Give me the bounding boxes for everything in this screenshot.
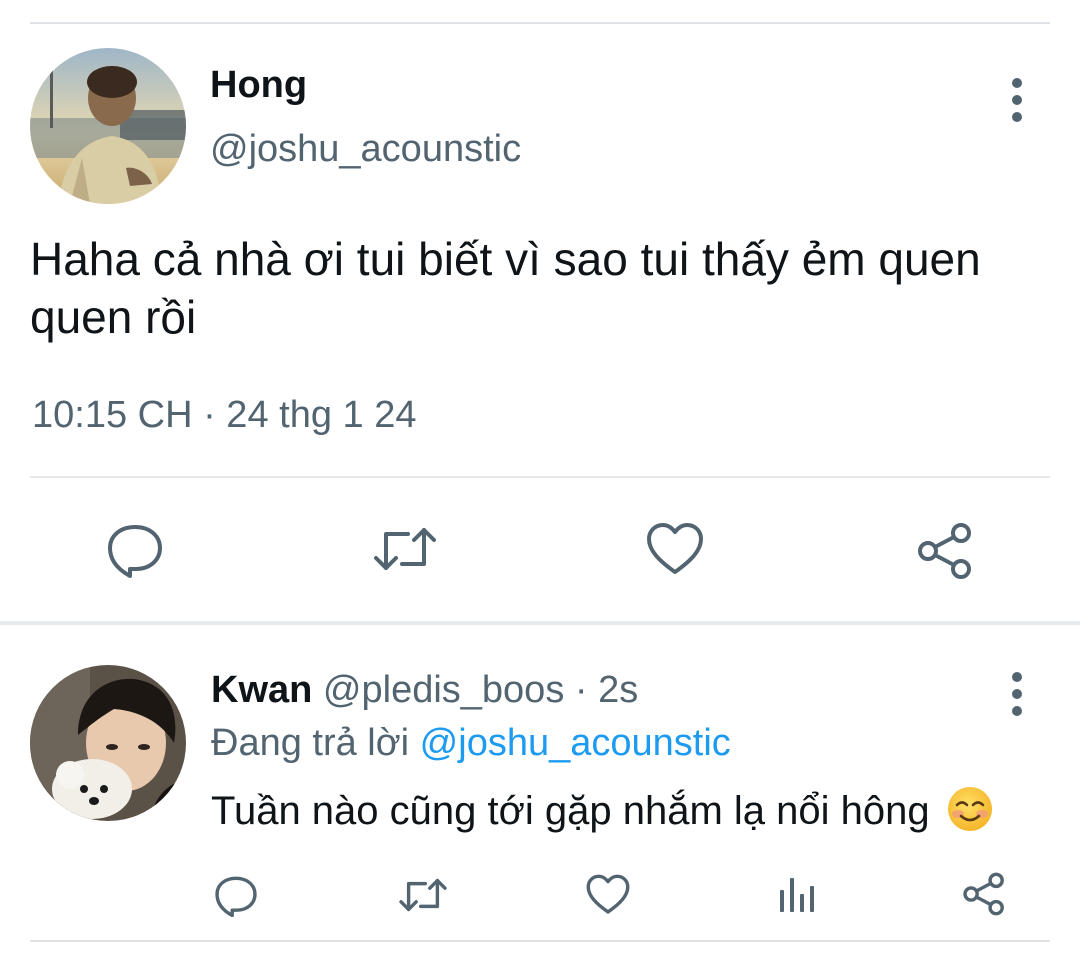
reply-icon[interactable] <box>214 873 258 917</box>
retweet-icon[interactable] <box>398 876 448 914</box>
share-icon[interactable] <box>916 522 974 580</box>
kebab-dot <box>1012 672 1022 682</box>
user-photo-avatar-image <box>30 665 186 821</box>
kebab-dot <box>1012 78 1022 88</box>
like-icon[interactable] <box>646 522 704 576</box>
tweet-timestamp[interactable]: 10:15 CH · 24 thg 1 24 <box>32 394 416 437</box>
reply-header: Kwan @pledis_boos · 2s <box>211 669 638 712</box>
reply-text-line: Tuần nào cũng tới gặp nhắm lạ nổi hông <box>211 786 993 842</box>
reply-author-name[interactable]: Kwan <box>211 669 312 711</box>
kebab-dot <box>1012 112 1022 122</box>
section-separator <box>0 621 1080 625</box>
reply-text: Tuần nào cũng tới gặp nhắm lạ nổi hông <box>211 789 930 833</box>
main-tweet: Hong @joshu_acounstic Haha cả nhà ơi tui… <box>0 24 1080 622</box>
action-divider <box>30 476 1050 478</box>
replying-mention-link[interactable]: @joshu_acounstic <box>420 722 731 764</box>
retweet-icon[interactable] <box>372 524 438 574</box>
more-vertical-icon[interactable] <box>1005 670 1029 718</box>
replying-prefix: Đang trả lời <box>211 722 420 764</box>
reply-age[interactable]: 2s <box>598 669 638 711</box>
kebab-dot <box>1012 706 1022 716</box>
tweet-text: Haha cả nhà ơi tui biết vì sao tui thấy … <box>30 233 981 343</box>
author-name[interactable]: Hong <box>210 64 307 107</box>
kebab-dot <box>1012 689 1022 699</box>
reply-separator: · <box>564 669 599 711</box>
reply-author-handle[interactable]: @pledis_boos <box>323 669 564 711</box>
kebab-dot <box>1012 95 1022 105</box>
smiling-face-emoji-icon <box>947 786 993 842</box>
bottom-divider <box>30 940 1050 942</box>
reply-avatar[interactable] <box>30 665 186 821</box>
user-photo-avatar-image <box>30 48 186 204</box>
reply-icon[interactable] <box>106 520 164 578</box>
more-vertical-icon[interactable] <box>1005 76 1029 124</box>
analytics-icon[interactable] <box>778 874 816 914</box>
replying-to-line: Đang trả lời @joshu_acounstic <box>211 722 731 765</box>
main-avatar[interactable] <box>30 48 186 204</box>
author-handle[interactable]: @joshu_acounstic <box>210 128 521 171</box>
share-icon[interactable] <box>962 872 1006 916</box>
like-icon[interactable] <box>586 874 630 915</box>
